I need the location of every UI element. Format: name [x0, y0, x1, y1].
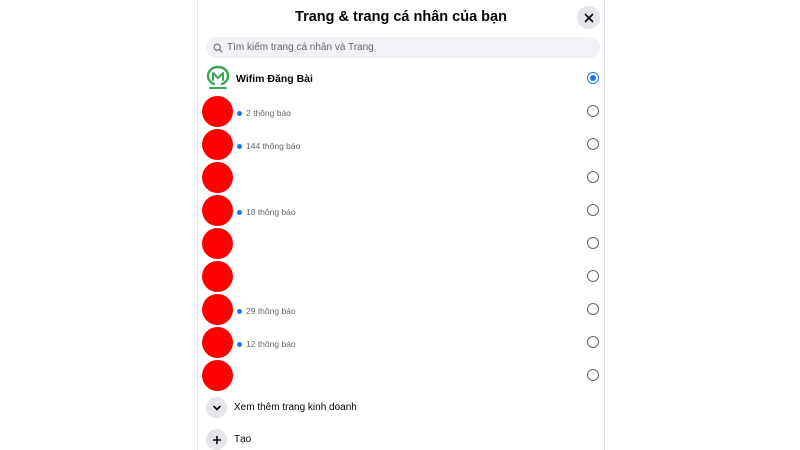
- notification-dot-icon: [237, 209, 242, 215]
- plus-button[interactable]: [206, 429, 227, 450]
- plus-icon: [212, 435, 221, 444]
- create-label: Tạo: [234, 434, 252, 445]
- profile-item-wifim[interactable]: Wifim Đăng Bài: [198, 62, 604, 95]
- profile-item[interactable]: 18 thông báo: [198, 194, 604, 227]
- search-icon: [213, 43, 223, 53]
- profile-item[interactable]: [198, 359, 604, 392]
- profile-item[interactable]: [198, 260, 604, 293]
- avatar: [202, 360, 233, 391]
- notification-dot-icon: [237, 308, 242, 314]
- avatar: [202, 129, 233, 160]
- create-button[interactable]: Tạo: [198, 427, 604, 450]
- notification-count: 18 thông báo: [246, 207, 296, 217]
- avatar: [202, 195, 233, 226]
- profile-radio-selected[interactable]: [587, 72, 599, 84]
- notification-dot-icon: [237, 341, 242, 347]
- profile-switcher-dialog: Trang & trang cá nhân của bạn Wifim: [197, 0, 605, 450]
- search-bar: [206, 37, 600, 58]
- notification-badge: 2 thông báo: [237, 108, 291, 118]
- profile-radio[interactable]: [587, 237, 599, 249]
- profile-item[interactable]: 29 thông báo: [198, 293, 604, 326]
- avatar: [202, 162, 233, 193]
- stage: Trang & trang cá nhân của bạn Wifim: [0, 0, 800, 450]
- avatar: [202, 294, 233, 325]
- profile-radio[interactable]: [587, 105, 599, 117]
- profile-radio[interactable]: [587, 204, 599, 216]
- notification-dot-icon: [237, 110, 242, 116]
- see-more-business-pages-button[interactable]: Xem thêm trang kinh doanh: [198, 395, 604, 421]
- notification-count: 29 thông báo: [246, 306, 296, 316]
- dialog-header: Trang & trang cá nhân của bạn: [198, 0, 604, 36]
- chevron-down-button[interactable]: [206, 397, 227, 418]
- close-button[interactable]: [577, 6, 600, 29]
- profile-name: Wifim Đăng Bài: [236, 73, 313, 85]
- profile-radio[interactable]: [587, 171, 599, 183]
- notification-count: 144 thông báo: [246, 141, 301, 151]
- see-more-label: Xem thêm trang kinh doanh: [234, 402, 357, 413]
- avatar: [202, 228, 233, 259]
- dialog-title: Trang & trang cá nhân của bạn: [295, 9, 507, 25]
- chevron-down-icon: [212, 405, 221, 410]
- search-input[interactable]: [227, 42, 587, 53]
- profile-item[interactable]: [198, 227, 604, 260]
- notification-badge: 12 thông báo: [237, 339, 296, 349]
- wifim-logo-icon: [206, 65, 230, 89]
- profile-item[interactable]: [198, 161, 604, 194]
- notification-badge: 29 thông báo: [237, 306, 296, 316]
- avatar: [202, 327, 233, 358]
- notification-dot-icon: [237, 143, 242, 149]
- profile-radio[interactable]: [587, 369, 599, 381]
- notification-badge: 18 thông báo: [237, 207, 296, 217]
- notification-count: 2 thông báo: [246, 108, 291, 118]
- profile-item[interactable]: 144 thông báo: [198, 128, 604, 161]
- profile-radio[interactable]: [587, 303, 599, 315]
- profile-item[interactable]: 12 thông báo: [198, 326, 604, 359]
- avatar: [202, 261, 233, 292]
- avatar: [202, 96, 233, 127]
- profile-radio[interactable]: [587, 270, 599, 282]
- notification-badge: 144 thông báo: [237, 141, 300, 151]
- notification-count: 12 thông báo: [246, 339, 296, 349]
- close-icon: [584, 13, 593, 22]
- profile-radio[interactable]: [587, 138, 599, 150]
- profile-radio[interactable]: [587, 336, 599, 348]
- profile-item[interactable]: 2 thông báo: [198, 95, 604, 128]
